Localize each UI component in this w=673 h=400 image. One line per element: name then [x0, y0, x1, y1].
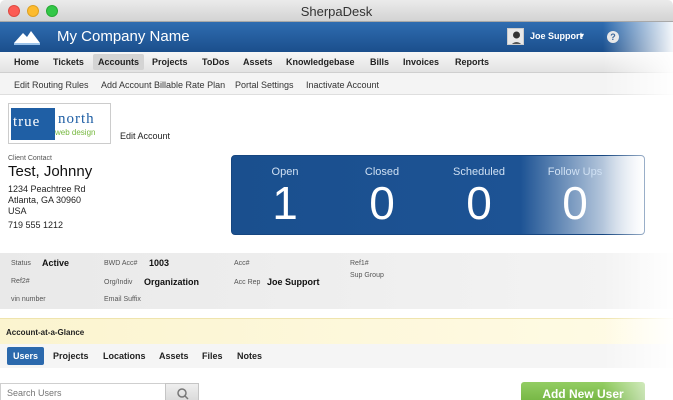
stat-value: 1 — [272, 177, 298, 229]
nav-invoices[interactable]: Invoices — [403, 57, 439, 67]
tab-assets[interactable]: Assets — [159, 351, 189, 361]
tab-locations[interactable]: Locations — [103, 351, 146, 361]
account-glance-bar[interactable]: Account-at-a-Glance — [0, 318, 673, 344]
mountain-logo-icon[interactable] — [14, 29, 40, 45]
edit-account-link[interactable]: Edit Account — [120, 131, 170, 141]
nav-tickets[interactable]: Tickets — [53, 57, 84, 67]
bwd-account-value: 1003 — [149, 258, 170, 268]
ref1-label: Ref1# — [350, 260, 369, 267]
add-billable-rate-plan-link[interactable]: Add Account Billable Rate Plan — [101, 80, 225, 90]
nav-reports[interactable]: Reports — [455, 57, 489, 67]
address-line: 1234 Peachtree Rd — [8, 184, 86, 194]
tab-users[interactable]: Users — [7, 347, 45, 365]
support-group-label: Sup Group — [350, 272, 384, 279]
bwd-account-label: BWD Acc# — [104, 260, 138, 267]
search-icon — [177, 388, 189, 400]
window-titlebar: SherpaDesk — [0, 0, 673, 22]
nav-bills[interactable]: Bills — [370, 57, 389, 67]
account-details: Status Active BWD Acc# 1003 Acc# Ref1# R… — [0, 253, 673, 309]
org-indiv-value: Organization — [144, 277, 200, 287]
nav-home[interactable]: Home — [14, 57, 39, 67]
user-menu-name[interactable]: Joe Support — [530, 31, 583, 41]
window-title: SherpaDesk — [300, 4, 373, 19]
chevron-down-icon[interactable]: ▾ — [580, 31, 584, 40]
org-indiv-label: Org/Indiv — [104, 279, 133, 286]
nav-todos[interactable]: ToDos — [202, 57, 229, 67]
stat-value: 0 — [369, 177, 395, 229]
add-new-user-button[interactable]: Add New User — [521, 382, 645, 400]
stat-closed[interactable]: Closed 0 — [337, 166, 427, 228]
user-avatar-icon — [508, 29, 523, 44]
main-nav: Home Tickets Accounts Projects ToDos Ass… — [0, 52, 673, 73]
stat-open[interactable]: Open 1 — [240, 166, 330, 228]
tab-files[interactable]: Files — [202, 351, 223, 361]
nav-accounts[interactable]: Accounts — [93, 54, 145, 70]
address-country: USA — [8, 206, 27, 216]
ticket-stats-panel: Open 1 Closed 0 Scheduled 0 Follow Ups 0 — [231, 155, 645, 235]
client-contact-label: Client Contact — [8, 155, 52, 162]
status-badge: Active — [42, 258, 70, 268]
ref2-label: Ref2# — [11, 278, 30, 285]
account-logo-text: north — [58, 111, 95, 127]
search-users-input[interactable] — [0, 383, 170, 400]
contact-phone: 719 555 1212 — [8, 220, 64, 230]
stat-value: 0 — [466, 177, 492, 229]
status-label: Status — [11, 260, 31, 267]
help-icon[interactable]: ? — [607, 31, 619, 43]
stat-value: 0 — [562, 177, 588, 229]
account-rep-value: Joe Support — [267, 277, 320, 287]
address-line: Atlanta, GA 30960 — [8, 195, 82, 205]
account-number-label: Acc# — [234, 260, 250, 267]
account-logo-tagline: web design — [55, 128, 96, 137]
nav-knowledgebase[interactable]: Knowledgebase — [286, 57, 355, 67]
search-button[interactable] — [165, 383, 199, 400]
tab-projects[interactable]: Projects — [53, 351, 89, 361]
nav-assets[interactable]: Assets — [243, 57, 273, 67]
company-name[interactable]: My Company Name — [57, 28, 190, 45]
account-logo-text: true — [13, 114, 41, 130]
app-header: My Company Name Joe Support ▾ ? — [0, 22, 673, 52]
account-tabs: Users Projects Locations Assets Files No… — [0, 344, 673, 368]
sub-nav: Edit Routing Rules Add Account Billable … — [0, 73, 673, 95]
portal-settings-link[interactable]: Portal Settings — [235, 80, 294, 90]
client-contact-name[interactable]: Test, Johnny — [8, 163, 92, 180]
stat-follow-ups[interactable]: Follow Ups 0 — [530, 166, 620, 228]
account-logo: true north web design — [8, 103, 111, 144]
inactivate-account-link[interactable]: Inactivate Account — [306, 80, 379, 90]
tab-notes[interactable]: Notes — [237, 351, 262, 361]
edit-routing-rules-link[interactable]: Edit Routing Rules — [14, 80, 89, 90]
email-suffix-label: Email Suffix — [104, 296, 141, 303]
account-rep-label: Acc Rep — [234, 279, 261, 286]
stat-scheduled[interactable]: Scheduled 0 — [434, 166, 524, 228]
avatar[interactable] — [507, 28, 524, 45]
vin-number-label: vin number — [11, 296, 46, 303]
nav-projects[interactable]: Projects — [152, 57, 188, 67]
glance-title: Account-at-a-Glance — [6, 328, 85, 337]
